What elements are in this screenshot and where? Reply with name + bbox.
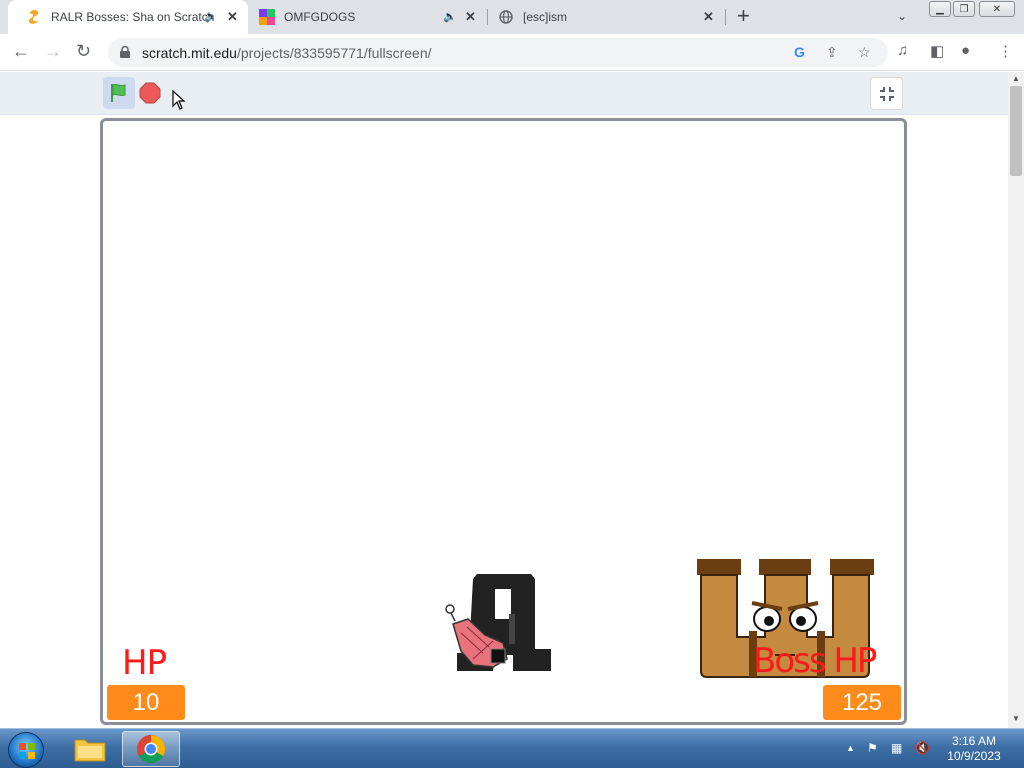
tab-strip: RALR Bosses: Sha on Scratch 🔈 ✕ OMFGDOGS… (0, 0, 1024, 34)
tab-separator (725, 9, 726, 25)
start-button[interactable] (8, 732, 44, 768)
stop-button[interactable] (139, 82, 161, 104)
url-host: scratch.mit.edu (142, 45, 237, 61)
scratch-controls-bar (0, 72, 1008, 115)
player-sprite (445, 574, 551, 671)
scratch-favicon-icon (26, 9, 42, 25)
close-window-button[interactable]: ✕ (979, 1, 1015, 17)
google-lens-icon[interactable]: G (794, 44, 805, 60)
minimize-button[interactable]: ▁ (929, 1, 951, 17)
restore-button[interactable]: ❐ (953, 1, 975, 17)
tab-escism[interactable]: [esc]ism ✕ (488, 0, 724, 34)
network-icon[interactable]: ▦ (891, 741, 902, 755)
chrome-taskbar-button[interactable] (122, 731, 180, 767)
clock-time: 3:16 AM (951, 734, 997, 748)
scroll-thumb[interactable] (1010, 86, 1022, 176)
media-control-icon[interactable]: ♫ (897, 42, 908, 59)
exit-fullscreen-button[interactable] (870, 77, 903, 110)
omfgdogs-favicon-icon (259, 9, 275, 25)
scroll-up-arrow-icon[interactable]: ▲ (1012, 74, 1020, 83)
action-center-flag-icon[interactable]: ⚑ (867, 741, 878, 755)
tab-title: RALR Bosses: Sha on Scratch (51, 10, 215, 24)
windows-logo-icon (19, 743, 35, 759)
scratch-stage[interactable]: HP 10 Boss HP 125 (100, 118, 907, 725)
lock-icon[interactable] (120, 46, 130, 58)
file-explorer-button[interactable] (61, 731, 119, 767)
green-flag-icon (111, 83, 126, 102)
share-icon[interactable]: ⇪ (826, 44, 838, 61)
globe-icon (498, 9, 514, 25)
tab-title: OMFGDOGS (284, 10, 356, 24)
speaker-icon[interactable]: 🔈 (204, 10, 218, 23)
tab-search-button[interactable]: ⌄ (897, 9, 907, 23)
chrome-icon (137, 735, 165, 763)
speaker-icon[interactable]: 🔈 (443, 10, 457, 23)
boss-hp-value: 125 (822, 684, 902, 721)
menu-kebab-icon[interactable]: ⋮ (998, 42, 1013, 60)
url-text[interactable]: scratch.mit.edu/projects/833595771/fulls… (142, 45, 432, 61)
tab-scratch[interactable]: RALR Bosses: Sha on Scratch 🔈 ✕ (8, 0, 248, 34)
url-path: /projects/833595771/fullscreen/ (236, 45, 432, 61)
volume-muted-icon[interactable]: 🔇 (915, 741, 930, 755)
side-panel-icon[interactable]: ◧ (930, 42, 944, 60)
windows-taskbar: ▲ ⚑ ▦ 🔇 3:16 AM 10/9/2023 (0, 728, 1024, 768)
show-hidden-icons-icon[interactable]: ▲ (846, 743, 855, 753)
vertical-scrollbar[interactable]: ▲ ▼ (1008, 72, 1024, 728)
player-hp-label: HP (122, 643, 167, 683)
folder-icon (74, 739, 106, 762)
new-tab-button[interactable]: + (737, 5, 750, 27)
collapse-icon (879, 86, 894, 101)
mouse-cursor-icon (172, 90, 186, 110)
tab-title: [esc]ism (523, 10, 568, 24)
system-clock[interactable]: 3:16 AM 10/9/2023 (942, 734, 1006, 764)
page-content: HP 10 Boss HP 125 (0, 72, 1008, 728)
browser-toolbar: ← → ↻ scratch.mit.edu/projects/833595771… (0, 34, 1024, 71)
forward-button[interactable]: → (44, 41, 62, 61)
boss-hp-label: Boss HP (753, 641, 877, 681)
address-bar[interactable]: scratch.mit.edu/projects/833595771/fulls… (108, 38, 888, 67)
close-tab-icon[interactable]: ✕ (703, 9, 714, 25)
reload-button[interactable]: ↻ (76, 41, 91, 61)
clock-date: 10/9/2023 (947, 749, 1001, 763)
close-tab-icon[interactable]: ✕ (227, 9, 238, 25)
scroll-down-arrow-icon[interactable]: ▼ (1012, 714, 1020, 723)
back-button[interactable]: ← (12, 41, 30, 61)
profile-avatar-icon[interactable]: ● (961, 42, 970, 59)
close-tab-icon[interactable]: ✕ (465, 9, 476, 25)
green-flag-button[interactable] (103, 77, 135, 109)
player-hp-value: 10 (106, 684, 186, 721)
tab-omfgdogs[interactable]: OMFGDOGS 🔈 ✕ (250, 0, 486, 34)
bookmark-star-icon[interactable]: ☆ (858, 44, 871, 61)
